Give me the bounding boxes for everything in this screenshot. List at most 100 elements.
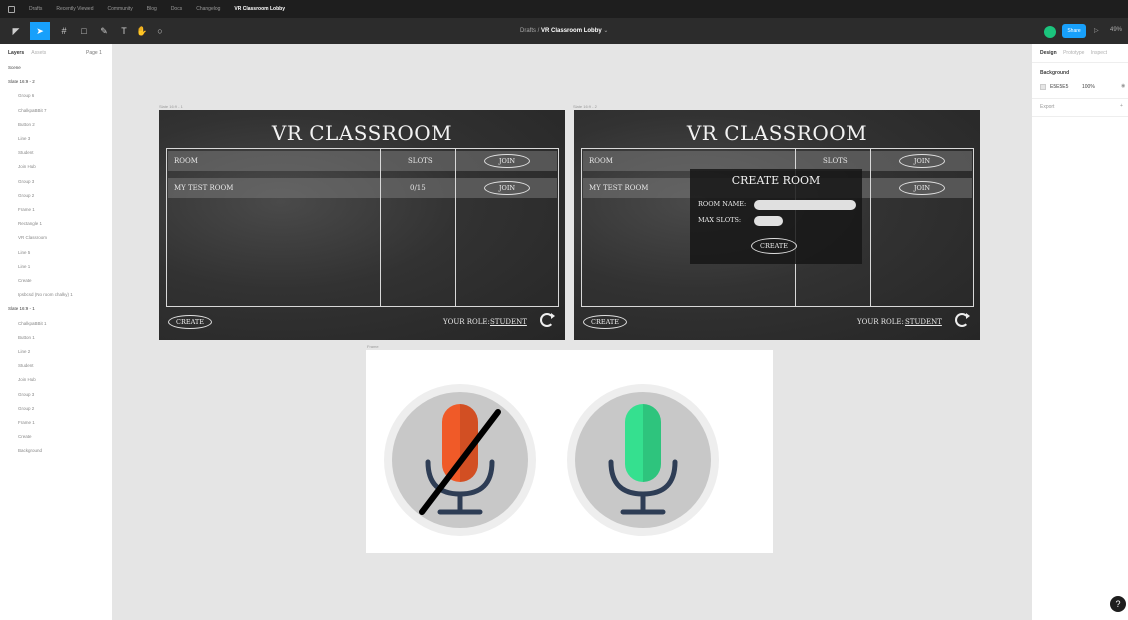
divider xyxy=(1032,98,1128,99)
breadcrumb-file[interactable]: VR Classroom Lobby xyxy=(541,28,602,34)
layer-item[interactable]: Frame 1 xyxy=(18,420,35,425)
layer-item[interactable]: Line 2 xyxy=(18,349,30,354)
layer-item[interactable]: Group 3 xyxy=(18,392,34,397)
create-button[interactable]: CREATE xyxy=(583,315,627,329)
tab-blog[interactable]: Blog xyxy=(147,6,157,12)
create-room-button[interactable]: CREATE xyxy=(751,238,797,254)
layer-item[interactable]: Group 2 xyxy=(18,406,34,411)
join-button[interactable]: JOIN xyxy=(484,154,530,168)
tab-assets[interactable]: Assets xyxy=(31,50,46,56)
eye-icon[interactable]: ◉ xyxy=(1121,83,1125,89)
page-selector[interactable]: Page 1 xyxy=(86,50,102,56)
layer-item[interactable]: Create xyxy=(18,278,32,283)
layer-item[interactable]: Frame 1 xyxy=(18,207,35,212)
tab-design[interactable]: Design xyxy=(1040,50,1057,56)
role-value[interactable]: STUDENT xyxy=(490,318,527,326)
frame-label-mic[interactable]: Frame xyxy=(367,344,379,349)
background-label: Background xyxy=(1040,70,1070,76)
room-slots: 0/15 xyxy=(410,184,426,192)
frame-label-right[interactable]: Slate 16:9 - 2 xyxy=(573,104,597,109)
join-room-button[interactable]: JOIN xyxy=(899,181,945,195)
shape-tool-icon[interactable]: □ xyxy=(74,22,94,40)
layer-item[interactable]: Group 3 xyxy=(18,179,34,184)
layer-item[interactable]: Group 2 xyxy=(18,193,34,198)
hand-tool-icon[interactable]: ✋ xyxy=(132,22,152,40)
frame-label-left[interactable]: Slate 16:9 - 1 xyxy=(159,104,183,109)
layer-item[interactable]: Line 1 xyxy=(18,264,30,269)
add-export-icon[interactable]: + xyxy=(1120,103,1123,109)
header-room: ROOM xyxy=(589,157,613,165)
background-hex[interactable]: E5E5E5 xyxy=(1050,84,1068,90)
room-table: ROOM SLOTS JOIN MY TEST ROOM 0/15 JOIN xyxy=(166,148,559,307)
room-name-field[interactable] xyxy=(754,200,856,210)
tab-drafts[interactable]: Drafts xyxy=(29,6,42,12)
breadcrumb-project[interactable]: Drafts / xyxy=(520,28,539,34)
role-label: YOUR ROLE: xyxy=(857,318,904,326)
layer-item[interactable]: Ipsbcsd (No room chalky) 1 xyxy=(18,292,73,297)
layer-item[interactable]: Create xyxy=(18,434,32,439)
role-value[interactable]: STUDENT xyxy=(905,318,942,326)
main-menu-icon[interactable]: ◤ xyxy=(6,22,26,40)
mic-active-icon[interactable] xyxy=(567,384,719,536)
help-button[interactable]: ? xyxy=(1110,596,1126,612)
layer-item[interactable]: VR Classroom xyxy=(18,235,47,240)
tab-inspect[interactable]: Inspect xyxy=(1091,50,1107,56)
layer-item[interactable]: ChalkpaBBit 7 xyxy=(18,108,47,113)
join-button[interactable]: JOIN xyxy=(899,154,945,168)
create-room-dialog: CREATE ROOM ROOM NAME: MAX SLOTS: CREATE xyxy=(690,169,862,264)
layer-item[interactable]: Group 6 xyxy=(18,93,34,98)
lobby-frame-2[interactable]: VR CLASSROOM ROOM SLOTS JOIN MY TEST ROO… xyxy=(574,110,980,340)
layer-item[interactable]: Button 1 xyxy=(18,335,35,340)
column-divider xyxy=(870,149,871,306)
layer-item[interactable]: Scene xyxy=(8,65,21,70)
figma-menu-icon[interactable] xyxy=(8,5,15,13)
tab-layers[interactable]: Layers xyxy=(8,50,24,56)
layer-item[interactable]: Rectangle 1 xyxy=(18,221,42,226)
text-tool-icon[interactable]: T xyxy=(114,22,134,40)
frame-tool-icon[interactable]: # xyxy=(54,22,74,40)
layer-item[interactable]: Student xyxy=(18,150,34,155)
zoom-level[interactable]: 49% xyxy=(1110,27,1122,33)
breadcrumb[interactable]: Drafts / VR Classroom Lobby ⌄ xyxy=(520,27,608,34)
titlebar: Drafts Recently Viewed Community Blog Do… xyxy=(0,0,1128,18)
tab-changelog[interactable]: Changelog xyxy=(196,6,220,12)
comment-tool-icon[interactable]: ○ xyxy=(150,22,170,40)
tab-community[interactable]: Community xyxy=(108,6,133,12)
lobby-frame-1[interactable]: VR CLASSROOM ROOM SLOTS JOIN MY TEST ROO… xyxy=(159,110,565,340)
background-swatch[interactable] xyxy=(1040,84,1046,90)
refresh-icon[interactable] xyxy=(540,313,555,327)
share-button[interactable]: Share xyxy=(1062,24,1086,38)
background-opacity[interactable]: 100% xyxy=(1082,84,1095,90)
mic-muted-icon[interactable] xyxy=(384,384,536,536)
layer-item[interactable]: Student xyxy=(18,363,34,368)
layer-item[interactable]: ChalkpaBBit 1 xyxy=(18,321,47,326)
layer-item[interactable]: Join Hub xyxy=(18,377,36,382)
layers-panel-tabs: Layers Assets xyxy=(8,50,52,56)
export-label: Export xyxy=(1040,104,1055,110)
divider xyxy=(1032,62,1128,63)
move-tool-icon[interactable]: ➤ xyxy=(30,22,50,40)
layer-item[interactable]: Slate 16:9 - 2 xyxy=(8,79,35,84)
layer-item[interactable]: Button 2 xyxy=(18,122,35,127)
chevron-down-icon[interactable]: ⌄ xyxy=(603,28,608,34)
tab-vr-classroom-lobby[interactable]: VR Classroom Lobby xyxy=(234,6,285,12)
create-button[interactable]: CREATE xyxy=(168,315,212,329)
layer-item[interactable]: Line 5 xyxy=(18,250,30,255)
tab-recent[interactable]: Recently Viewed xyxy=(56,6,93,12)
layer-item[interactable]: Line 3 xyxy=(18,136,30,141)
tab-docs[interactable]: Docs xyxy=(171,6,182,12)
join-room-button[interactable]: JOIN xyxy=(484,181,530,195)
layer-item[interactable]: Background xyxy=(18,448,42,453)
layer-item[interactable]: Join Hub xyxy=(18,164,36,169)
play-icon[interactable]: ▷ xyxy=(1094,27,1099,34)
max-slots-field[interactable] xyxy=(754,216,783,226)
avatar[interactable] xyxy=(1044,26,1056,38)
lobby-title: VR CLASSROOM xyxy=(271,121,453,145)
layers-panel: Layers Assets Page 1 Scene Slate 16:9 - 2… xyxy=(0,44,113,620)
header-slots: SLOTS xyxy=(408,157,433,165)
layer-item[interactable]: Slate 16:9 - 1 xyxy=(8,306,35,311)
refresh-icon[interactable] xyxy=(955,313,970,327)
tab-prototype[interactable]: Prototype xyxy=(1063,50,1084,56)
mic-icons-frame[interactable] xyxy=(366,350,773,553)
pen-tool-icon[interactable]: ✎ xyxy=(94,22,114,40)
